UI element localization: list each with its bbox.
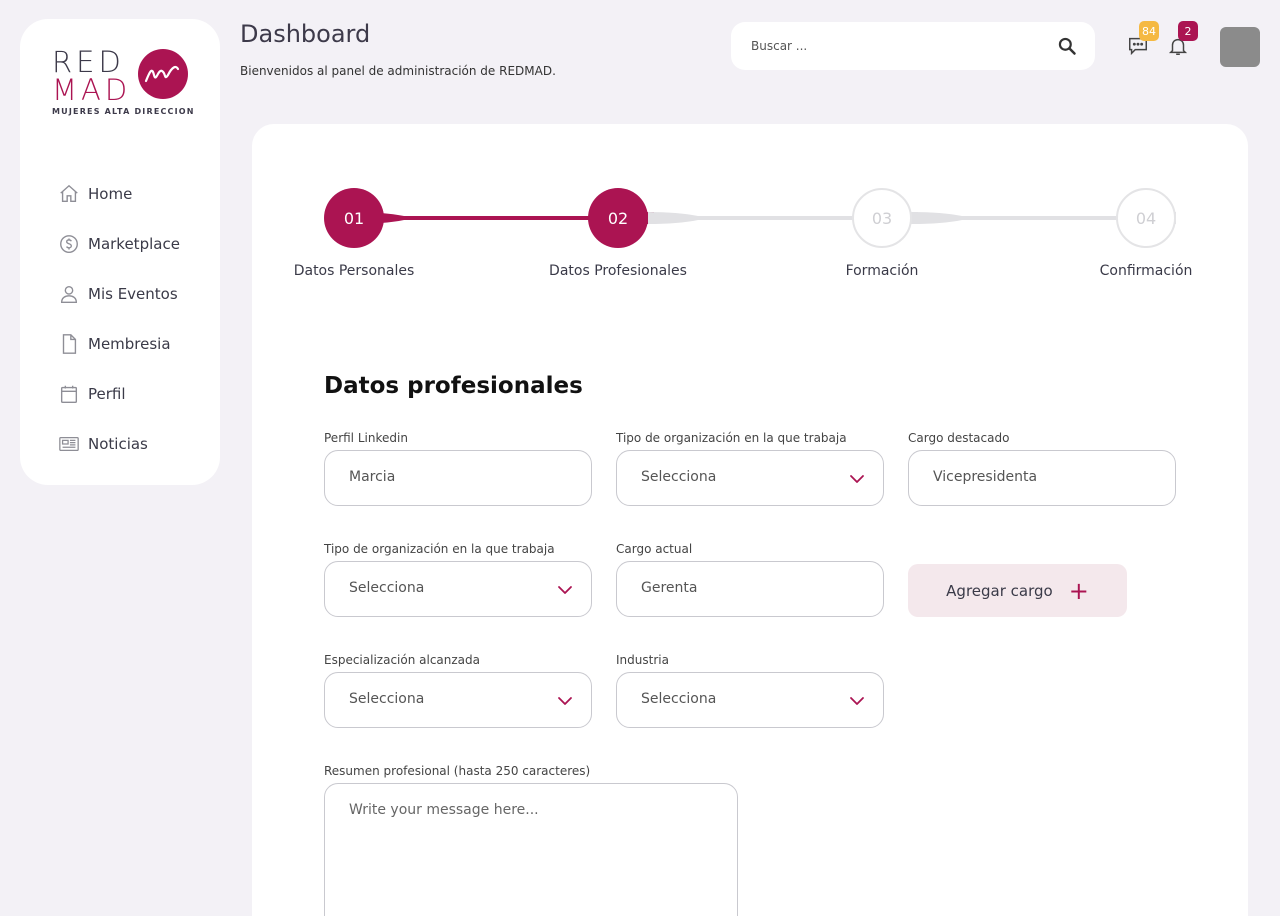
step-4-circle[interactable]: 04	[1116, 188, 1176, 248]
step-3-label: Formación	[845, 263, 919, 279]
especializacion-select[interactable]: Selecciona	[324, 672, 592, 728]
sidebar-item-label: Home	[88, 185, 133, 203]
sidebar-item-label: Mis Eventos	[88, 285, 178, 303]
cargo-actual-field[interactable]: Gerenta	[616, 561, 884, 617]
chevron-down-icon	[850, 475, 864, 483]
cargo-destacado-value: Vicepresidenta	[933, 469, 1038, 485]
org-type-1-select[interactable]: Selecciona	[616, 450, 884, 506]
step-4-label: Confirmación	[1099, 263, 1193, 279]
form-card: 01 02 03 04 Datos Personales Datos Profe…	[252, 124, 1248, 916]
chevron-down-icon	[558, 586, 572, 594]
chevron-down-icon	[558, 697, 572, 705]
resumen-textarea-wrapper	[324, 783, 738, 916]
sidebar-item-label: Membresia	[88, 335, 171, 353]
sidebar-item-label: Marketplace	[88, 235, 180, 253]
search-icon[interactable]	[1057, 36, 1077, 56]
step-3-circle[interactable]: 03	[852, 188, 912, 248]
cargo-actual-label: Cargo actual	[616, 542, 693, 556]
page-subtitle: Bienvenidos al panel de administración d…	[240, 64, 556, 78]
logo-word-mad: MAD	[52, 73, 132, 107]
cargo-actual-value: Gerenta	[641, 580, 698, 596]
linkedin-label: Perfil Linkedin	[324, 431, 408, 445]
page-title: Dashboard	[240, 20, 371, 48]
add-cargo-button[interactable]: Agregar cargo +	[908, 564, 1127, 617]
industria-label: Industria	[616, 653, 669, 667]
document-icon	[62, 334, 77, 354]
search-input[interactable]	[751, 36, 1041, 56]
org-type-1-label: Tipo de organización en la que trabaja	[616, 431, 847, 445]
calendar-icon	[60, 385, 78, 403]
sidebar-item-marketplace[interactable]: Marketplace	[58, 219, 180, 269]
linkedin-value: Marcia	[349, 469, 396, 485]
sidebar-item-label: Perfil	[88, 385, 126, 403]
step-1-circle[interactable]: 01	[324, 188, 384, 248]
messages-badge: 84	[1139, 21, 1159, 41]
cargo-destacado-field[interactable]: Vicepresidenta	[908, 450, 1176, 506]
search-bar	[731, 22, 1095, 70]
avatar[interactable]	[1220, 27, 1260, 67]
sidebar-item-label: Noticias	[88, 435, 148, 453]
user-icon	[60, 285, 78, 303]
sidebar: RED MAD MUJERES ALTA DIRECCION Home Mark…	[20, 19, 220, 485]
newspaper-icon	[59, 436, 79, 452]
chevron-down-icon	[850, 697, 864, 705]
org-type-1-value: Selecciona	[641, 469, 717, 485]
org-type-2-label: Tipo de organización en la que trabaja	[324, 542, 555, 556]
cargo-destacado-label: Cargo destacado	[908, 431, 1010, 445]
logo[interactable]: RED MAD MUJERES ALTA DIRECCION	[52, 47, 195, 119]
sidebar-item-noticias[interactable]: Noticias	[58, 419, 180, 469]
sidebar-nav: Home Marketplace Mis Eventos Membresia P…	[58, 169, 180, 469]
sidebar-item-perfil[interactable]: Perfil	[58, 369, 180, 419]
resumen-label: Resumen profesional (hasta 250 caractere…	[324, 764, 591, 778]
plus-icon: +	[1068, 576, 1089, 605]
industria-select[interactable]: Selecciona	[616, 672, 884, 728]
sidebar-item-home[interactable]: Home	[58, 169, 180, 219]
logo-circle-icon	[138, 49, 188, 99]
especializacion-value: Selecciona	[349, 691, 425, 707]
step-2-circle[interactable]: 02	[588, 188, 648, 248]
home-icon	[60, 184, 78, 203]
section-title: Datos profesionales	[324, 373, 583, 399]
stepper-track	[354, 212, 1176, 224]
industria-value: Selecciona	[641, 691, 717, 707]
alerts-badge: 2	[1178, 21, 1198, 41]
add-cargo-label: Agregar cargo	[946, 581, 1053, 600]
logo-tagline: MUJERES ALTA DIRECCION	[52, 107, 195, 116]
dollar-circle-icon	[60, 235, 78, 253]
org-type-2-select[interactable]: Selecciona	[324, 561, 592, 617]
step-2-label: Datos Profesionales	[549, 263, 687, 279]
sidebar-item-mis-eventos[interactable]: Mis Eventos	[58, 269, 180, 319]
org-type-2-value: Selecciona	[349, 580, 425, 596]
step-1-label: Datos Personales	[293, 263, 415, 279]
sidebar-item-membresia[interactable]: Membresia	[58, 319, 180, 369]
resumen-textarea[interactable]	[349, 802, 719, 916]
especializacion-label: Especialización alcanzada	[324, 653, 480, 667]
linkedin-field[interactable]: Marcia	[324, 450, 592, 506]
